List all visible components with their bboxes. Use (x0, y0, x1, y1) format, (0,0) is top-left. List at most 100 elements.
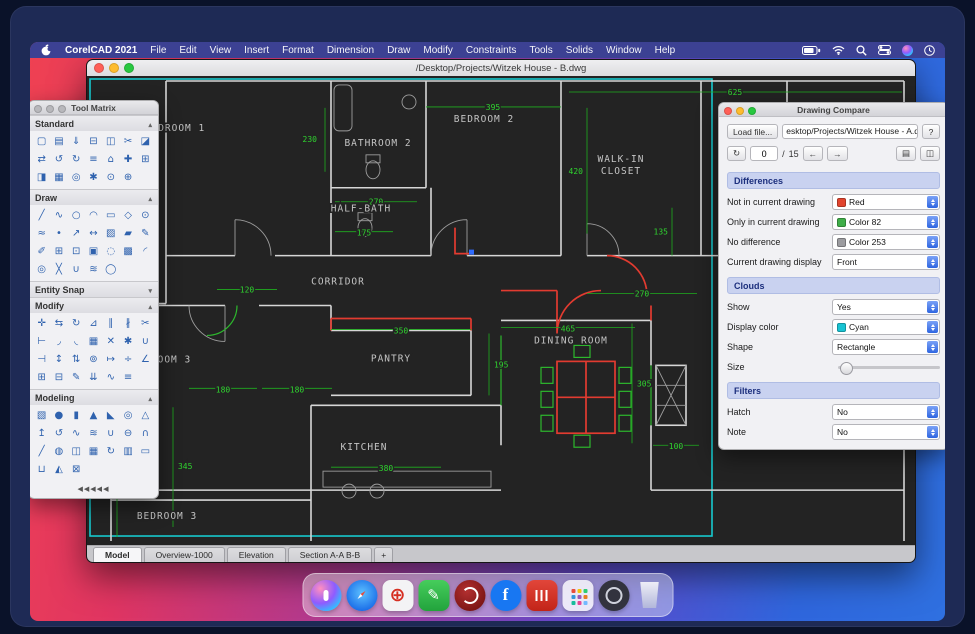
slider-knob[interactable] (840, 362, 853, 375)
minimize-button[interactable] (109, 63, 119, 73)
tool-icon[interactable]: ✱ (85, 168, 102, 186)
cloud-size-slider[interactable] (838, 360, 940, 374)
compare-file-path-field[interactable]: esktop/Projects/Witzek House - A.dwg (782, 124, 918, 139)
menu-item[interactable]: Solids (566, 45, 593, 56)
tool-icon[interactable]: ⇄ (33, 150, 50, 168)
tool-icon[interactable]: ∿ (102, 368, 119, 386)
tool-icon[interactable]: ⇅ (68, 350, 85, 368)
palette-window-controls[interactable] (724, 107, 756, 115)
tool-icon[interactable]: ✛ (33, 314, 50, 332)
window-title-bar[interactable]: /Desktop/Projects/Witzek House - B.dwg (87, 60, 915, 76)
setting-dropdown[interactable]: Color 253 (832, 234, 940, 250)
siri-icon[interactable] (902, 45, 913, 56)
tool-icon[interactable]: ↻ (102, 442, 119, 460)
tool-icon[interactable]: ⊟ (85, 132, 102, 150)
tool-icon[interactable]: ◎ (68, 168, 85, 186)
tool-icon[interactable]: ⊡ (68, 242, 85, 260)
dock-voice-memo-icon[interactable] (310, 580, 341, 611)
tool-icon[interactable]: ⊞ (33, 368, 50, 386)
sheet-tab[interactable]: Section A-A B-B (288, 547, 372, 562)
sheet-tab[interactable]: Elevation (227, 547, 286, 562)
tool-icon[interactable]: ◞ (50, 332, 67, 350)
collapse-icon[interactable] (148, 193, 152, 203)
close-button[interactable] (94, 63, 104, 73)
tool-icon[interactable]: ◌ (102, 242, 119, 260)
dock-facebook-icon[interactable]: f (490, 580, 521, 611)
menu-item[interactable]: Tools (529, 45, 552, 56)
menu-item[interactable]: Draw (387, 45, 410, 56)
sheet-tab[interactable]: Overview-1000 (144, 547, 225, 562)
palette-title-bar[interactable]: Tool Matrix (30, 101, 158, 115)
search-icon[interactable] (856, 45, 867, 56)
clock-icon[interactable] (924, 45, 935, 56)
tool-icon[interactable]: ╳ (50, 260, 67, 278)
setting-dropdown[interactable]: No (832, 404, 940, 420)
tool-icon[interactable]: ⊚ (85, 350, 102, 368)
tool-icon[interactable]: ▣ (85, 242, 102, 260)
tool-icon[interactable]: ▩ (119, 242, 136, 260)
setting-dropdown[interactable]: Red (832, 194, 940, 210)
tool-icon[interactable]: ✐ (33, 242, 50, 260)
tool-icon[interactable]: ○ (68, 206, 85, 224)
menu-item[interactable]: Help (655, 45, 676, 56)
tool-icon[interactable]: ⊖ (119, 424, 136, 442)
tool-icon[interactable]: ▢ (33, 132, 50, 150)
setting-dropdown[interactable]: Cyan (832, 319, 940, 335)
wifi-icon[interactable] (832, 45, 845, 55)
setting-dropdown[interactable]: Front (832, 254, 940, 270)
tool-icon[interactable]: ∪ (137, 332, 154, 350)
battery-icon[interactable] (802, 46, 821, 55)
menu-item[interactable]: Edit (179, 45, 196, 56)
tool-icon[interactable]: ◫ (102, 132, 119, 150)
setting-dropdown[interactable]: No (832, 424, 940, 440)
tool-icon[interactable]: ╱ (33, 206, 50, 224)
tool-icon[interactable]: ⊙ (102, 168, 119, 186)
section-header-modeling[interactable]: Modeling (30, 389, 158, 405)
tool-icon[interactable]: ÷ (119, 350, 136, 368)
tool-icon[interactable]: ✕ (102, 332, 119, 350)
dock-red-tools-icon[interactable] (526, 580, 557, 611)
tool-icon[interactable]: ▭ (137, 442, 154, 460)
dock-trash-icon[interactable] (634, 580, 665, 611)
tool-icon[interactable]: ▦ (50, 168, 67, 186)
print-icon[interactable]: ▤ (896, 146, 916, 161)
tool-icon[interactable]: ⊞ (137, 150, 154, 168)
previous-difference-button[interactable]: ← (803, 146, 824, 161)
difference-index-field[interactable]: 0 (750, 146, 778, 161)
tool-icon[interactable]: ∥ (102, 314, 119, 332)
tool-icon[interactable]: ↕ (50, 350, 67, 368)
dock-safari-icon[interactable] (346, 580, 377, 611)
tool-icon[interactable]: ≡ (119, 368, 136, 386)
section-header-draw[interactable]: Draw (30, 189, 158, 205)
setting-dropdown[interactable]: Yes (832, 299, 940, 315)
selection-grip[interactable] (469, 250, 474, 255)
tool-icon[interactable]: ≋ (85, 260, 102, 278)
tool-icon[interactable]: ╱ (33, 442, 50, 460)
tool-icon[interactable]: ▦ (85, 442, 102, 460)
tool-icon[interactable]: ⇆ (50, 314, 67, 332)
tool-icon[interactable]: • (50, 224, 67, 242)
tool-icon[interactable]: ◭ (50, 460, 67, 478)
tool-icon[interactable]: ◨ (33, 168, 50, 186)
tool-icon[interactable]: ⊞ (50, 242, 67, 260)
section-header-standard[interactable]: Standard (30, 115, 158, 131)
tool-icon[interactable]: ⊣ (33, 350, 50, 368)
tool-icon[interactable]: ⊕ (119, 168, 136, 186)
tool-icon[interactable]: ◎ (119, 406, 136, 424)
menu-item[interactable]: Format (282, 45, 314, 56)
tool-icon[interactable]: ⊢ (33, 332, 50, 350)
tool-icon[interactable]: ◜ (137, 242, 154, 260)
tool-icon[interactable]: ▰ (119, 224, 136, 242)
menu-item[interactable]: Window (606, 45, 642, 56)
dock-camera-icon[interactable] (598, 580, 629, 611)
dock-corelcad-icon[interactable]: ⊕ (382, 580, 413, 611)
setting-dropdown[interactable]: Color 82 (832, 214, 940, 230)
dock-spiral-browser-icon[interactable] (454, 580, 485, 611)
menu-item[interactable]: Insert (244, 45, 269, 56)
tool-icon[interactable]: ⌂ (102, 150, 119, 168)
load-file-button[interactable]: Load file... (727, 124, 778, 139)
tool-icon[interactable]: ▦ (85, 332, 102, 350)
dock-launchpad-icon[interactable] (562, 580, 593, 611)
tool-icon[interactable]: ∪ (102, 424, 119, 442)
palette-window-controls[interactable] (34, 105, 66, 113)
